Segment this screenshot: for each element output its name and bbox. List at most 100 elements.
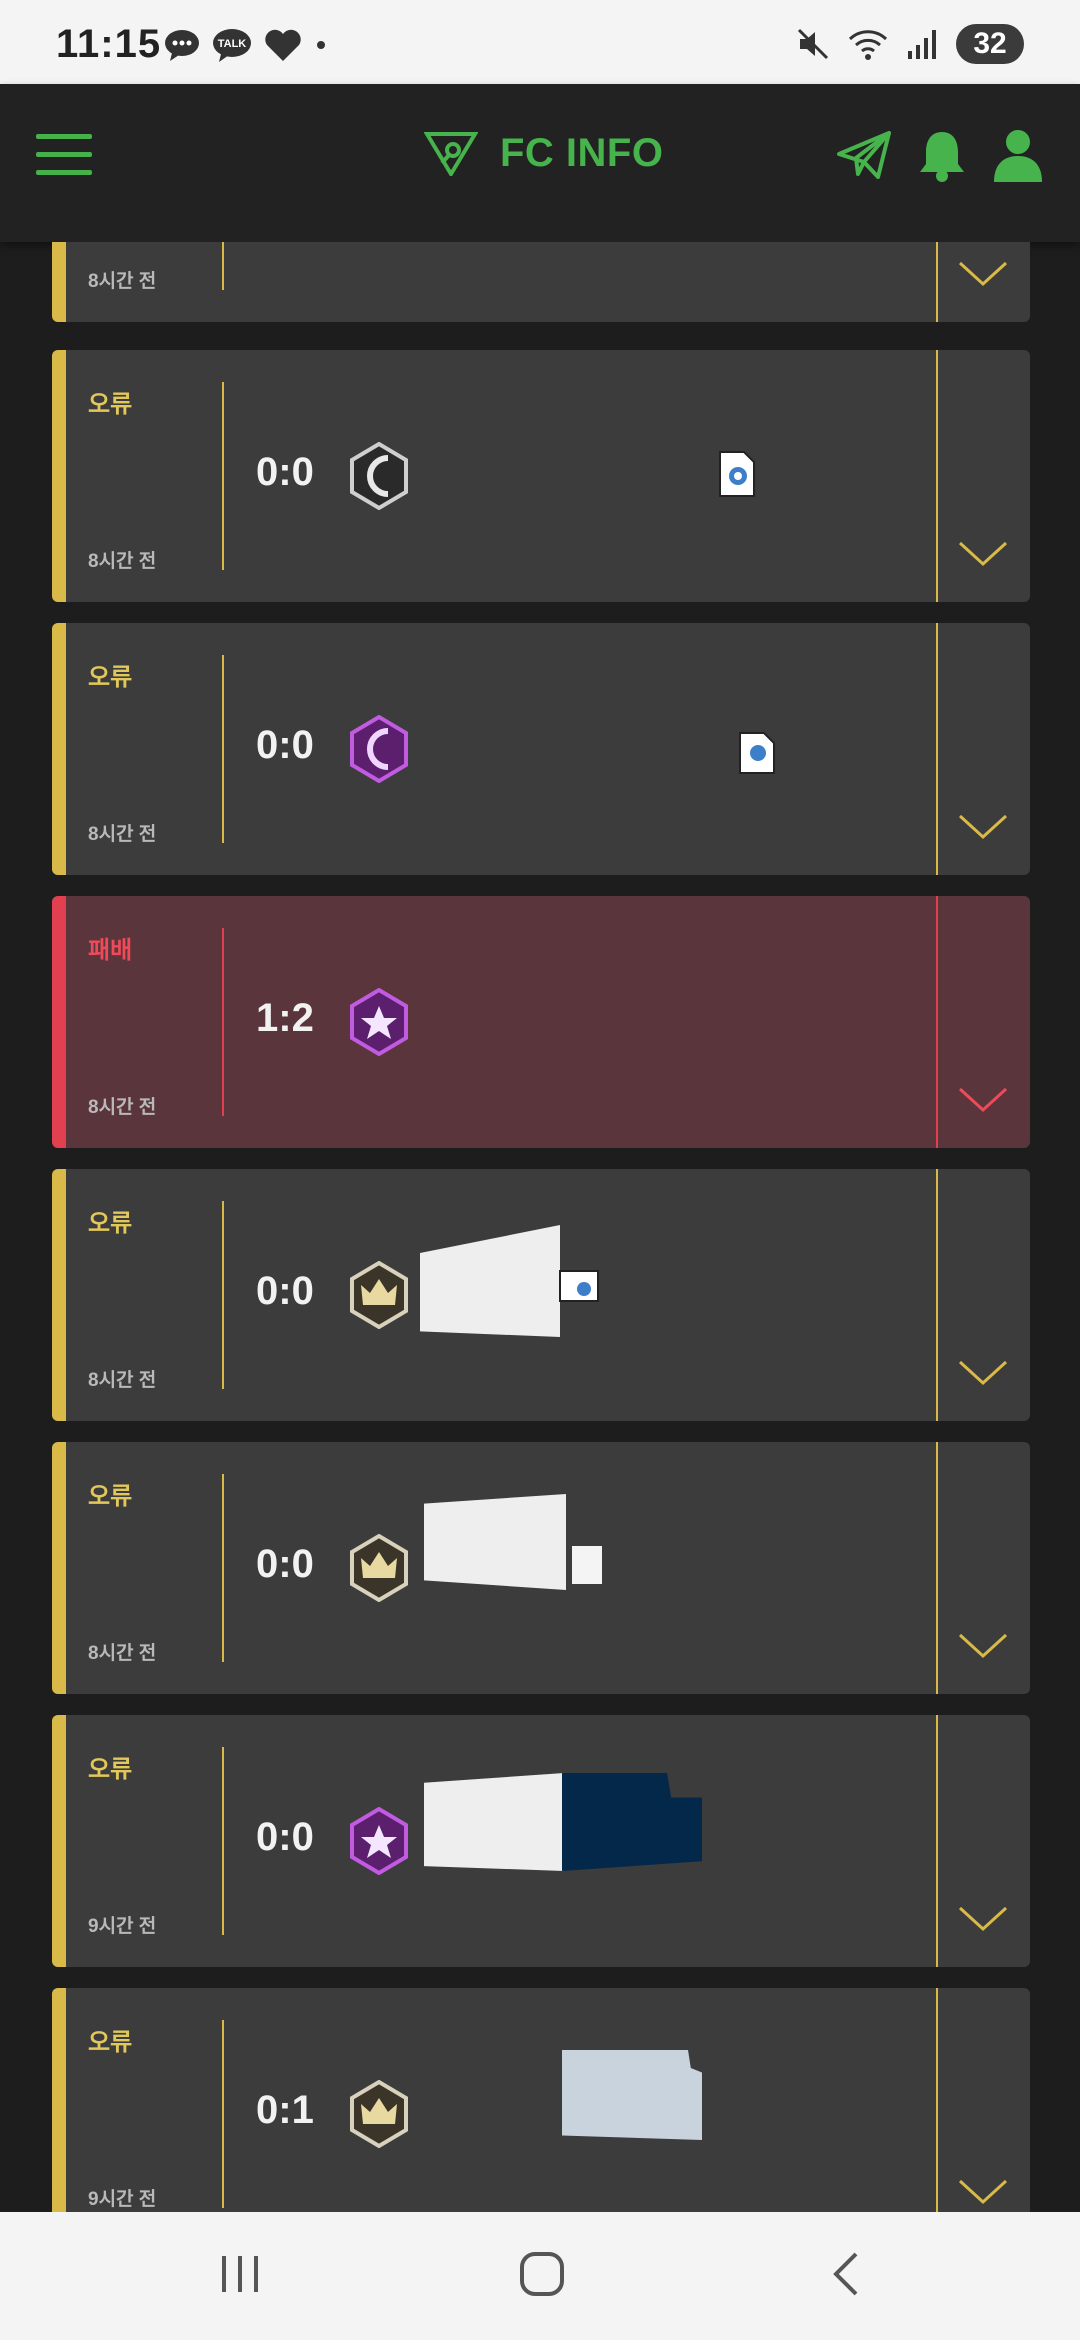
- match-score: 0:0: [256, 1269, 314, 1313]
- status-bar: 11:15 TALK 32: [0, 0, 1080, 84]
- divider: [222, 382, 224, 570]
- divider: [222, 928, 224, 1116]
- chevron-down-icon[interactable]: [958, 813, 1008, 841]
- redacted-region: [420, 1225, 560, 1337]
- status-bar-indicator: [52, 623, 66, 875]
- app-title: FC INFO: [500, 130, 664, 175]
- rank-badge-icon: [350, 2080, 408, 2148]
- recent-apps-icon[interactable]: [218, 2248, 262, 2300]
- divider: [222, 1747, 224, 1935]
- match-time: 8시간 전: [88, 551, 157, 572]
- match-card[interactable]: 8시간 전: [52, 242, 1030, 322]
- status-bar-indicator: [52, 350, 66, 602]
- rank-badge-icon: [350, 1261, 408, 1329]
- divider: [936, 350, 938, 602]
- match-result: 오류: [88, 664, 133, 691]
- match-score: 0:0: [256, 1815, 314, 1859]
- match-result: 오류: [88, 1483, 133, 1510]
- match-time: 8시간 전: [88, 824, 157, 845]
- match-card[interactable]: 오류 9시간 전 0:0: [52, 1715, 1030, 1967]
- divider: [222, 242, 224, 290]
- rank-badge-icon: [350, 715, 408, 783]
- match-card[interactable]: 오류 8시간 전 0:0: [52, 1442, 1030, 1694]
- kakaotalk-label: TALK: [218, 38, 247, 50]
- redacted-region: [562, 1773, 702, 1871]
- match-time: 8시간 전: [88, 271, 157, 292]
- match-list: 8시간 전 오류 8시간 전 0:0 오류 8시간 전 0:0 패배 8시간 전…: [0, 242, 1080, 2212]
- divider: [936, 896, 938, 1148]
- rank-badge-icon: [350, 1807, 408, 1875]
- battery-indicator: 32: [956, 24, 1024, 64]
- divider: [936, 242, 938, 322]
- send-icon[interactable]: [836, 130, 892, 180]
- file-icon: [719, 451, 755, 497]
- chevron-down-icon[interactable]: [958, 2178, 1008, 2206]
- divider: [222, 2020, 224, 2208]
- match-score: 0:0: [256, 450, 314, 494]
- chevron-down-icon[interactable]: [958, 540, 1008, 568]
- match-result: 오류: [88, 391, 133, 418]
- match-time: 8시간 전: [88, 1370, 157, 1391]
- chat-bubble-icon: [165, 30, 199, 61]
- match-result: 오류: [88, 1210, 133, 1237]
- match-card[interactable]: 오류 8시간 전 0:0: [52, 350, 1030, 602]
- signal-icon: [908, 30, 936, 59]
- match-card[interactable]: 오류 8시간 전 0:0: [52, 1169, 1030, 1421]
- rank-badge-icon: [350, 1534, 408, 1602]
- back-icon[interactable]: [826, 2248, 866, 2300]
- mute-icon: [797, 28, 829, 60]
- match-score: 0:0: [256, 1542, 314, 1586]
- match-time: 8시간 전: [88, 1643, 157, 1664]
- menu-icon: [36, 134, 92, 139]
- status-bar-indicator: [52, 1715, 66, 1967]
- redacted-region: [572, 1546, 602, 1584]
- brand[interactable]: FC INFO: [424, 130, 663, 176]
- match-time: 8시간 전: [88, 1097, 157, 1118]
- status-bar-indicator: [52, 1442, 66, 1694]
- divider: [222, 1201, 224, 1389]
- divider: [222, 655, 224, 843]
- match-card[interactable]: 오류 8시간 전 0:0: [52, 623, 1030, 875]
- match-result: 오류: [88, 2029, 133, 2056]
- chevron-down-icon[interactable]: [958, 1905, 1008, 1933]
- profile-icon[interactable]: [992, 128, 1044, 182]
- status-bar-indicator: [52, 896, 66, 1148]
- divider: [936, 1169, 938, 1421]
- status-bar-indicator: [52, 1169, 66, 1421]
- redacted-region: [562, 2050, 702, 2140]
- match-result: 오류: [88, 1756, 133, 1783]
- redacted-region: [424, 1773, 564, 1871]
- divider: [936, 1715, 938, 1967]
- match-result: 패배: [88, 937, 133, 964]
- wifi-icon: [848, 30, 888, 60]
- match-card[interactable]: 오류 9시간 전 0:1: [52, 1988, 1030, 2212]
- match-card[interactable]: 패배 8시간 전 1:2: [52, 896, 1030, 1148]
- heart-icon: [265, 29, 301, 61]
- kakaotalk-icon: TALK: [213, 29, 251, 62]
- match-time: 9시간 전: [88, 1916, 157, 1937]
- divider: [222, 1474, 224, 1662]
- divider: [936, 623, 938, 875]
- rank-badge-icon: [350, 442, 408, 510]
- status-time: 11:15: [56, 22, 162, 66]
- chevron-down-icon[interactable]: [958, 1632, 1008, 1660]
- file-icon: [739, 732, 775, 774]
- file-icon: [559, 1270, 599, 1302]
- system-nav-bar: [0, 2212, 1080, 2340]
- chevron-down-icon[interactable]: [958, 260, 1008, 288]
- header-actions: [836, 128, 1044, 182]
- divider: [936, 1442, 938, 1694]
- system-icons: 32: [796, 24, 1024, 64]
- match-score: 0:0: [256, 723, 314, 767]
- status-bar-indicator: [52, 242, 66, 322]
- home-icon[interactable]: [518, 2248, 566, 2300]
- chevron-down-icon[interactable]: [958, 1359, 1008, 1387]
- notification-icons: TALK: [164, 28, 328, 62]
- app-header: FC INFO: [0, 84, 1080, 242]
- dot-icon: [317, 41, 325, 49]
- bell-icon[interactable]: [918, 128, 966, 182]
- chevron-down-icon[interactable]: [958, 1086, 1008, 1114]
- match-time: 9시간 전: [88, 2189, 157, 2210]
- logo-icon: [424, 132, 478, 176]
- menu-button[interactable]: [36, 134, 92, 178]
